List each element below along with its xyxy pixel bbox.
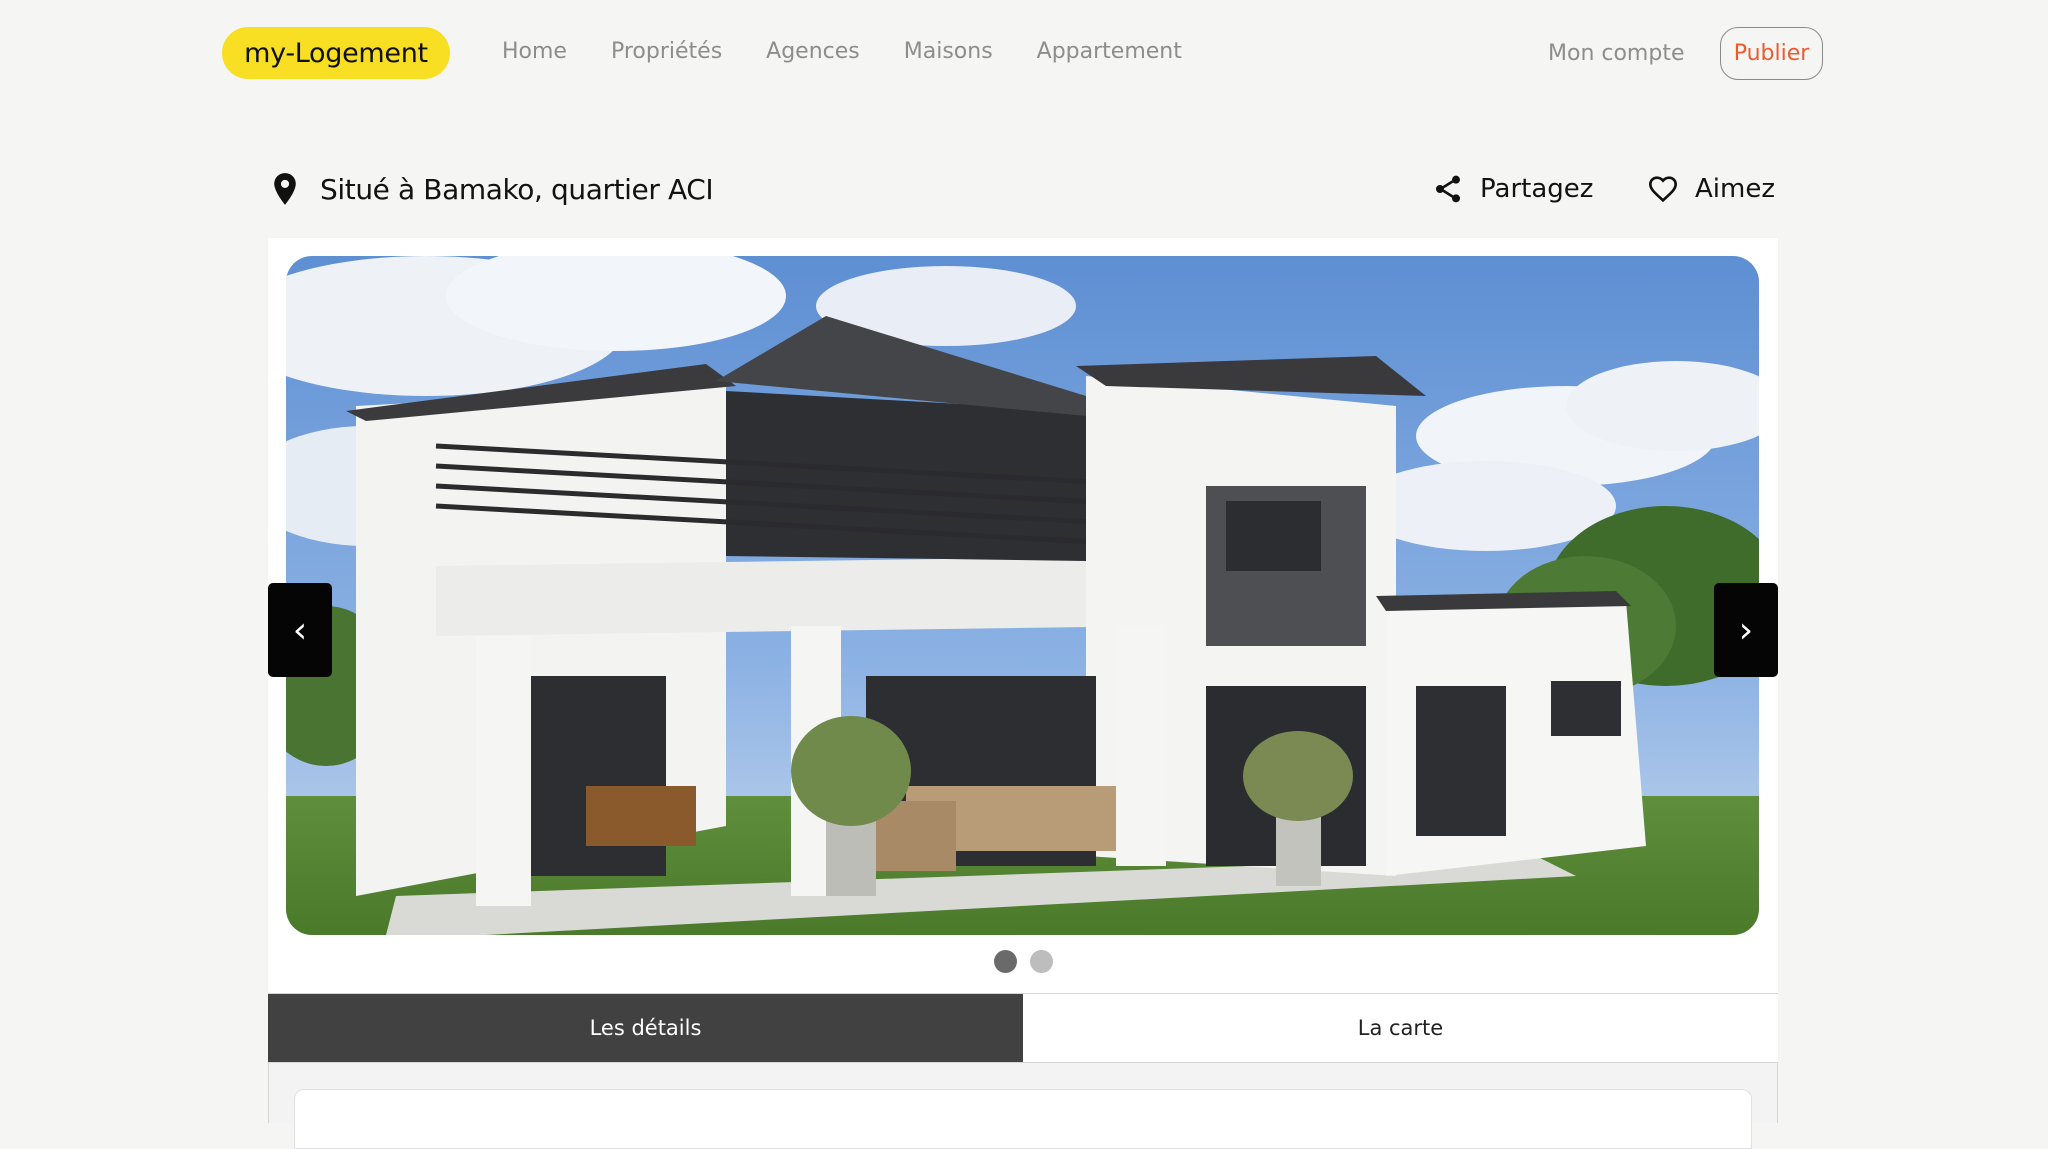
share-button[interactable]: Partagez	[1432, 168, 1593, 210]
details-content-card	[294, 1089, 1752, 1149]
share-label: Partagez	[1480, 174, 1594, 204]
nav-houses[interactable]: Maisons	[904, 34, 993, 70]
main-nav: Home Propriétés Agences Maisons Appartem…	[502, 34, 1226, 70]
listing-tabs: Les détails La carte	[268, 993, 1778, 1063]
nav-apartment[interactable]: Appartement	[1037, 34, 1182, 70]
like-button[interactable]: Aimez	[1647, 168, 1775, 210]
nav-properties[interactable]: Propriétés	[611, 34, 722, 70]
carousel-dot-1[interactable]	[994, 950, 1017, 973]
tab-details[interactable]: Les détails	[268, 994, 1023, 1062]
location-text: Situé à Bamako, quartier ACI	[320, 172, 714, 206]
listing-location: Situé à Bamako, quartier ACI	[270, 168, 714, 210]
listing-card: ‹ › Les détails La carte	[268, 238, 1778, 1149]
details-panel	[268, 1063, 1778, 1149]
house-image	[286, 256, 1759, 935]
map-pin-icon	[274, 173, 296, 205]
carousel-dot-2[interactable]	[1030, 950, 1053, 973]
top-navbar: my-Logement Home Propriétés Agences Mais…	[0, 0, 2048, 105]
carousel-next-button[interactable]: ›	[1714, 583, 1778, 677]
publish-button[interactable]: Publier	[1720, 27, 1823, 80]
tab-map[interactable]: La carte	[1023, 994, 1778, 1062]
share-icon	[1436, 175, 1460, 203]
nav-home[interactable]: Home	[502, 34, 567, 70]
carousel-prev-button[interactable]: ‹	[268, 583, 332, 677]
site-logo[interactable]: my-Logement	[222, 27, 450, 79]
nav-agencies[interactable]: Agences	[766, 34, 860, 70]
like-label: Aimez	[1695, 174, 1775, 204]
account-link[interactable]: Mon compte	[1548, 36, 1685, 72]
carousel-dots	[994, 950, 1053, 973]
property-photo[interactable]	[286, 256, 1759, 935]
heart-icon	[1648, 176, 1678, 203]
